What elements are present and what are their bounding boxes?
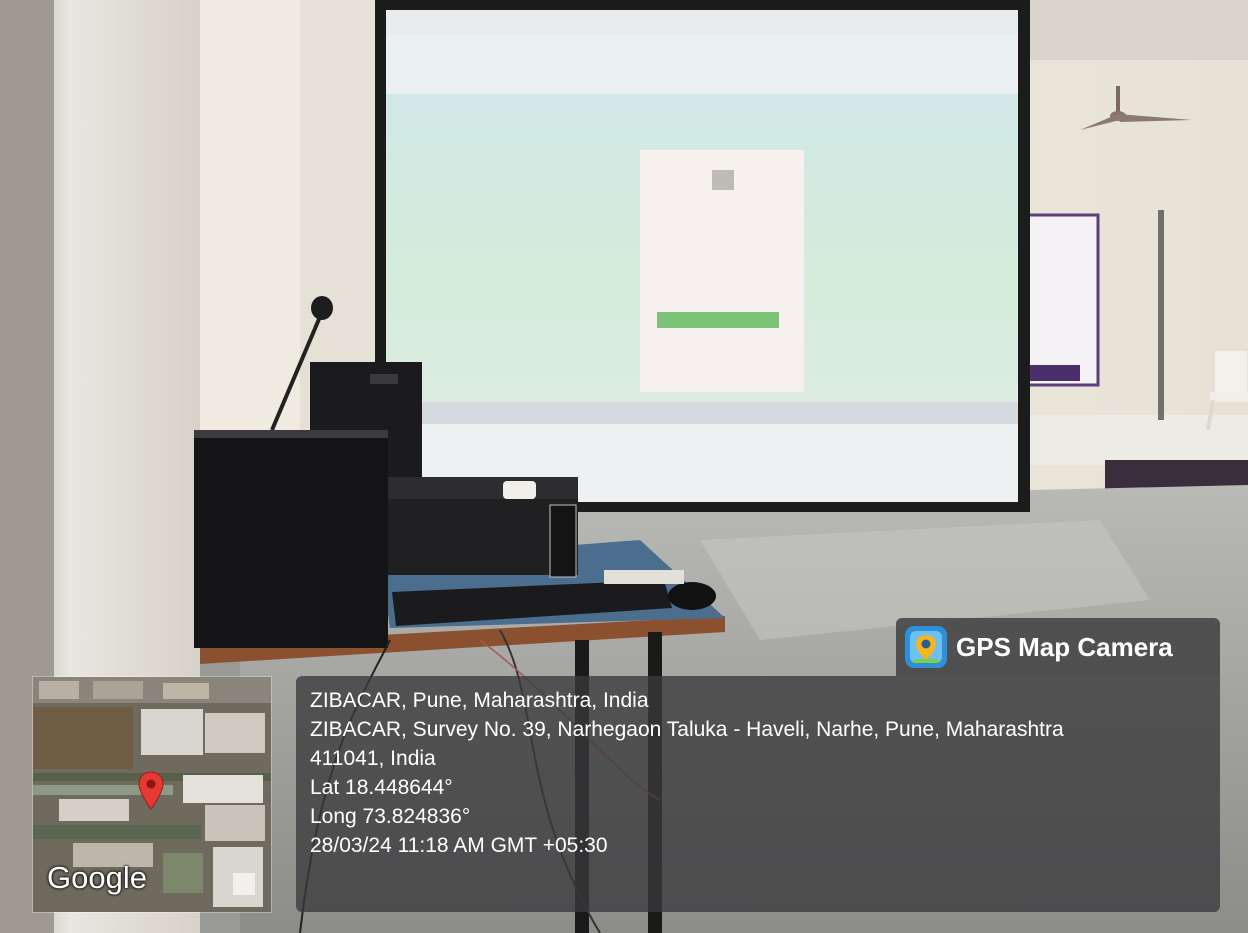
longitude: Long 73.824836° — [310, 805, 471, 828]
stand-pole — [1158, 210, 1164, 420]
projector-screen — [375, 0, 1030, 512]
map-thumbnail: Google — [32, 676, 272, 913]
front-speaker — [194, 430, 388, 648]
address-line-2: 411041, India — [310, 747, 436, 770]
mouse — [668, 582, 716, 610]
timestamp: 28/03/24 11:18 AM GMT +05:30 — [310, 834, 608, 857]
ceiling — [1020, 0, 1248, 60]
map-pin-icon — [138, 771, 164, 810]
google-wordmark: Google — [47, 860, 147, 895]
gps-app-badge: GPS Map Camera — [896, 618, 1220, 676]
amplifier — [388, 477, 578, 578]
latitude: Lat 18.448644° — [310, 776, 453, 799]
map-camera-logo-icon — [905, 626, 947, 668]
location-title: ZIBACAR, Pune, Maharashtra, India — [310, 689, 649, 712]
projected-login-button — [657, 312, 779, 328]
projected-taskbar — [386, 402, 1018, 424]
gps-info-panel: ZIBACAR, Pune, Maharashtra, India ZIBACA… — [296, 676, 1220, 912]
gps-app-name: GPS Map Camera — [956, 631, 1173, 662]
address-line-1: ZIBACAR, Survey No. 39, Narhegaon Taluka… — [310, 718, 1064, 741]
